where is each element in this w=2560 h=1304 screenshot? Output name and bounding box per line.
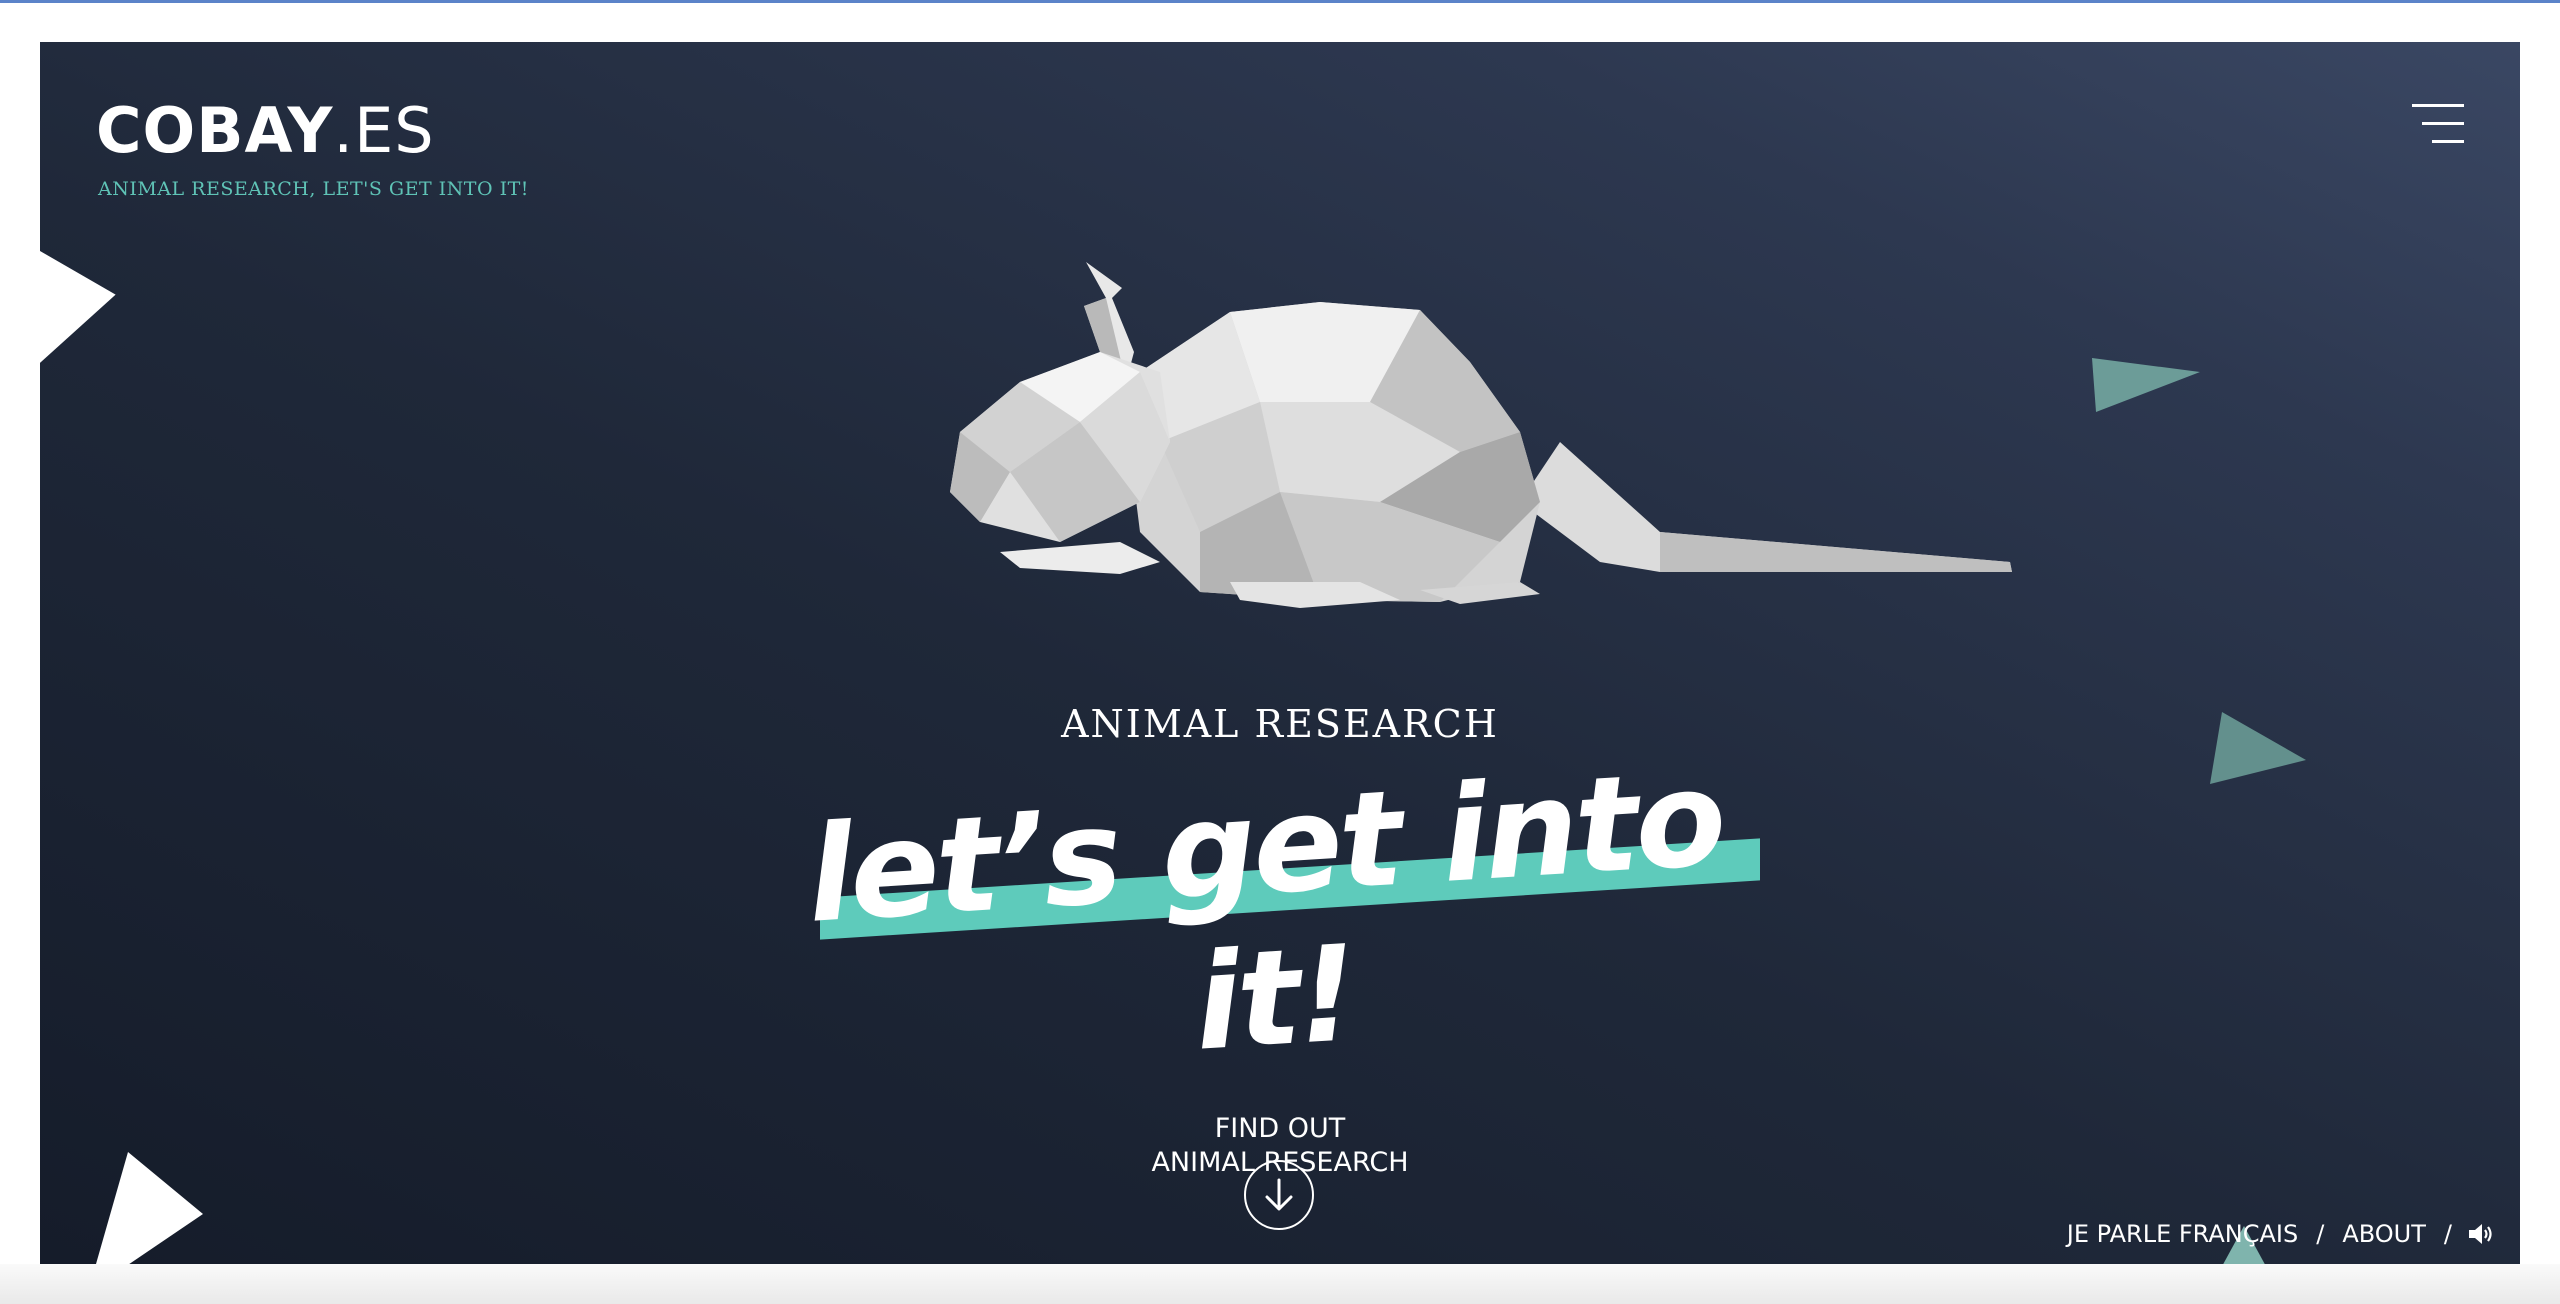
window-bottom-edge xyxy=(0,1264,2560,1304)
menu-line xyxy=(2422,122,2464,125)
hero-kicker: ANIMAL RESEARCH xyxy=(1061,702,1499,746)
find-out-line-1: FIND OUT xyxy=(1214,1113,1346,1144)
window-top-border xyxy=(0,0,2560,3)
link-separator: / xyxy=(2316,1220,2325,1248)
speaker-icon[interactable] xyxy=(2466,1220,2494,1248)
hero-headline: let’s get into it! xyxy=(802,741,1728,1081)
about-link[interactable]: ABOUT xyxy=(2342,1220,2426,1248)
footer-links: JE PARLE FRANÇAIS / ABOUT / xyxy=(2067,1220,2494,1248)
menu-line xyxy=(2412,104,2464,107)
link-separator: / xyxy=(2443,1220,2452,1248)
hamburger-menu-icon[interactable] xyxy=(2408,102,2464,146)
logo-light-text: .ES xyxy=(333,94,435,167)
scroll-down-button[interactable] xyxy=(1244,1160,1314,1230)
low-poly-rat-illustration xyxy=(950,262,2012,608)
white-triangle-left-top xyxy=(40,226,116,386)
hero-section: COBAY.ES ANIMAL RESEARCH, LET'S GET INTO… xyxy=(40,42,2520,1264)
site-logo[interactable]: COBAY.ES xyxy=(96,100,435,162)
logo-bold-text: COBAY xyxy=(96,94,334,167)
language-link[interactable]: JE PARLE FRANÇAIS xyxy=(2067,1220,2298,1248)
site-tagline: ANIMAL RESEARCH, LET'S GET INTO IT! xyxy=(98,178,529,200)
teal-triangle-right-upper xyxy=(2092,358,2200,412)
menu-line xyxy=(2432,140,2464,143)
hero-headline-block: let’s get into it! xyxy=(780,742,1760,1081)
arrow-down-circle-icon xyxy=(1265,1178,1293,1211)
